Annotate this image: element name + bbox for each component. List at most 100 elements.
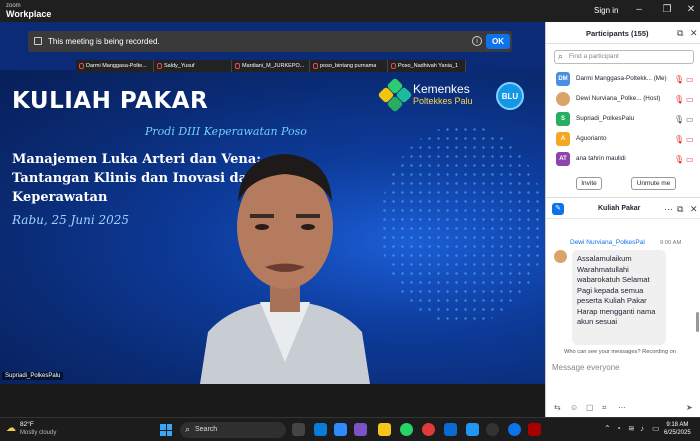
more-tools-icon[interactable]: ⋯ xyxy=(618,403,626,412)
taskbar: ☁ 82°F Mostly cloudy Search ⌃ ◔ ≋ ♪ ▭ 9:… xyxy=(0,417,700,441)
battery-icon[interactable]: ▭ xyxy=(652,424,660,433)
restore-icon[interactable]: ❐ xyxy=(660,4,674,16)
invite-button[interactable]: Invite xyxy=(576,177,602,190)
weather-desc: Mostly cloudy xyxy=(20,430,57,436)
chat-sender[interactable]: Dewi Nurviana_PolkesPal xyxy=(570,239,645,246)
network-icon[interactable]: ◔ xyxy=(616,424,621,433)
camera-off-icon: ▭ xyxy=(686,155,694,164)
close-icon[interactable]: ✕ xyxy=(684,4,698,16)
sender-avatar xyxy=(554,250,567,263)
file-icon[interactable]: ▢ xyxy=(586,403,594,412)
taskbar-search[interactable]: Search xyxy=(180,421,286,438)
slide-dot-pattern xyxy=(380,125,545,325)
close-panel-icon[interactable]: ✕ xyxy=(690,28,698,38)
slide-heading: KULIAH PAKAR xyxy=(12,88,209,114)
brand-name: Kemenkes xyxy=(413,82,470,96)
format-icon[interactable]: ⇆ xyxy=(554,403,561,412)
camera-off-icon: ▭ xyxy=(686,75,694,84)
chat-scrollbar[interactable] xyxy=(696,312,699,332)
popout-icon[interactable]: ⧉ xyxy=(677,28,683,38)
participant-row[interactable]: Dewi Nurviana_Polke... (Host) 🎙 ▭ xyxy=(546,90,700,110)
recording-banner: This meeting is being recorded. i xyxy=(28,31,512,52)
recording-text: This meeting is being recorded. xyxy=(48,37,160,46)
ok-button[interactable]: OK xyxy=(486,34,510,49)
chat-header: ✎ Kuliah Pakar ⋯ ⧉ ✕ xyxy=(546,197,700,219)
file-explorer-icon[interactable] xyxy=(378,423,391,436)
avatar xyxy=(556,92,570,106)
who-can-see-text[interactable]: Who can see your messages? Recording on xyxy=(564,349,676,355)
participant-search-input[interactable]: Find a participant xyxy=(554,50,694,64)
slide-date: Rabu, 25 Juni 2025 xyxy=(12,213,130,227)
participant-name: ana tahrin maulidi xyxy=(576,155,626,162)
mic-muted-icon: 🎙 xyxy=(674,95,685,104)
chat-close-icon[interactable]: ✕ xyxy=(690,204,698,214)
weather-icon[interactable]: ☁ xyxy=(6,423,16,434)
chrome-icon[interactable] xyxy=(422,423,435,436)
emoji-icon[interactable]: ☺ xyxy=(570,403,578,412)
unmute-me-button[interactable]: Unmute me xyxy=(631,177,676,190)
chat-popout-icon[interactable]: ⧉ xyxy=(677,204,683,214)
zoom-taskbar-icon[interactable] xyxy=(334,423,347,436)
chat-message: Assalamulaikum Warahmatullahi wabarokatu… xyxy=(572,250,666,345)
more-icon[interactable]: ⋯ xyxy=(664,204,673,214)
camera-on-icon: ▭ xyxy=(686,115,694,124)
tray-chevron-icon[interactable]: ⌃ xyxy=(604,424,611,433)
clock[interactable]: 9:18 AM 6/25/2025 xyxy=(664,421,691,437)
sign-in-button[interactable]: Sign in xyxy=(594,6,618,15)
clock-time: 9:18 AM xyxy=(666,422,689,428)
mic-muted-icon: 🎙 xyxy=(674,75,685,84)
edge-icon[interactable] xyxy=(314,423,327,436)
title-bar: zoom Workplace Sign in – ❐ ✕ xyxy=(0,0,700,22)
minimize-icon[interactable]: – xyxy=(632,4,646,16)
chat-icon: ✎ xyxy=(552,203,564,215)
send-icon[interactable]: ➤ xyxy=(686,403,693,412)
camera-off-icon: ▭ xyxy=(686,95,694,104)
participant-row[interactable]: S Supriadi_PolkesPalu 🎙 ▭ xyxy=(546,110,700,130)
speaker-video xyxy=(200,154,370,384)
recording-icon xyxy=(34,37,42,45)
participant-name: Aguorianto xyxy=(576,135,607,142)
participant-row[interactable]: AT ana tahrin maulidi 🎙 ▭ xyxy=(546,150,700,170)
zoom-logo: zoom Workplace xyxy=(6,2,52,19)
camera-off-icon: ▭ xyxy=(686,135,694,144)
whatsapp-icon[interactable] xyxy=(400,423,413,436)
chat-toolbar: ⇆ ☺ ▢ ⌗ ⋯ ➤ xyxy=(546,400,700,416)
avatar: DM xyxy=(556,72,570,86)
chat-input[interactable]: Message everyone xyxy=(552,363,620,372)
logo-line2: Workplace xyxy=(6,9,52,19)
chat-time: 9:00 AM xyxy=(660,240,682,246)
screenshot-icon[interactable]: ⌗ xyxy=(602,403,607,413)
thumbnail-strip: Darmi Manggasa-Polte... Saldy_Yusuf Mard… xyxy=(76,60,466,72)
participant-name: Dewi Nurviana_Polke... (Host) xyxy=(576,95,661,102)
thumbnail[interactable]: Mardiani_M_JURKEPO... xyxy=(232,60,310,72)
participant-name: Darmi Manggasa-Poltekk... (Me) xyxy=(576,75,667,82)
app2-icon[interactable] xyxy=(528,423,541,436)
info-icon[interactable]: i xyxy=(472,36,482,46)
avatar: AT xyxy=(556,152,570,166)
thumbnail[interactable]: Saldy_Yusuf xyxy=(154,60,232,72)
avatar: S xyxy=(556,112,570,126)
thumbnail[interactable]: poso_bintang purnama xyxy=(310,60,388,72)
zoom-active-icon[interactable] xyxy=(508,423,521,436)
wifi-icon[interactable]: ≋ xyxy=(628,424,635,433)
side-panel: Participants (155) ⧉ ✕ Find a participan… xyxy=(545,22,700,417)
video-area: KULIAH PAKAR Kemenkes Poltekkes Palu BLU… xyxy=(0,22,545,384)
participant-row[interactable]: A Aguorianto 🎙 ▭ xyxy=(546,130,700,150)
task-view-icon[interactable] xyxy=(292,423,305,436)
teams-icon[interactable] xyxy=(354,423,367,436)
windows-start-icon[interactable] xyxy=(160,424,172,436)
media-player-icon[interactable] xyxy=(486,423,499,436)
kemenkes-mark-icon xyxy=(377,77,413,113)
word-icon[interactable] xyxy=(444,423,457,436)
participants-header: Participants (155) ⧉ ✕ xyxy=(546,22,700,44)
app-icon[interactable] xyxy=(466,423,479,436)
mic-on-icon: 🎙 xyxy=(674,115,685,124)
slide-title-line3: Keperawatan xyxy=(12,190,108,205)
thumbnail[interactable]: Darmi Manggasa-Polte... xyxy=(76,60,154,72)
speaker-name-tag: Supriadi_PolkesPalu xyxy=(2,372,64,380)
thumbnail[interactable]: Poso_Nadhivah Yania_1 xyxy=(388,60,466,72)
chat-title: Kuliah Pakar xyxy=(598,205,641,212)
kemenkes-logo: Kemenkes Poltekkes Palu xyxy=(377,77,473,113)
volume-icon[interactable]: ♪ xyxy=(640,424,644,433)
participant-row[interactable]: DM Darmi Manggasa-Poltekk... (Me) 🎙 ▭ xyxy=(546,70,700,90)
